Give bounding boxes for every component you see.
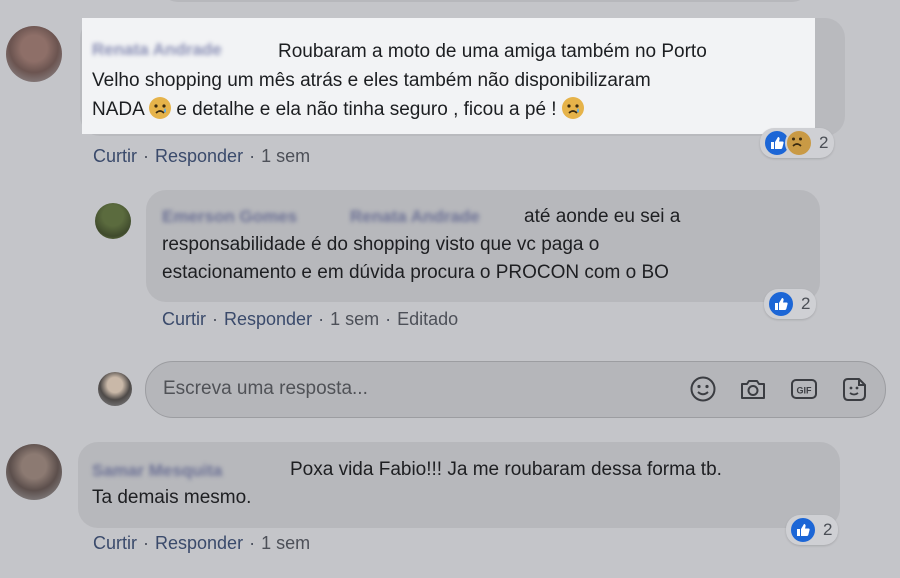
- avatar[interactable]: [95, 203, 131, 239]
- comment-text-line: NADA e detalhe e ela não tinha seguro , …: [92, 95, 584, 124]
- mention-link[interactable]: Renata Andrade: [350, 207, 480, 227]
- separator: ·: [143, 533, 149, 553]
- timestamp-link[interactable]: 1 sem: [261, 533, 310, 553]
- camera-icon[interactable]: [738, 374, 768, 404]
- comment-text-line: Velho shopping um mês atrás e eles també…: [92, 70, 651, 91]
- reply-input-box[interactable]: Escreva uma resposta... GIF: [145, 361, 886, 418]
- like-link[interactable]: Curtir: [93, 146, 137, 166]
- gif-icon[interactable]: GIF: [789, 374, 819, 404]
- reply-link[interactable]: Responder: [155, 146, 243, 166]
- comment-author[interactable]: Renata Andrade: [92, 40, 222, 60]
- reply-link[interactable]: Responder: [224, 309, 312, 329]
- reaction-count: 2: [823, 520, 833, 539]
- comment-text-fragment: NADA: [92, 99, 144, 120]
- current-user-avatar[interactable]: [98, 372, 132, 406]
- like-link[interactable]: Curtir: [93, 533, 137, 553]
- like-reaction-icon: [767, 290, 795, 318]
- reply-link[interactable]: Responder: [155, 533, 243, 553]
- reply-input-placeholder[interactable]: Escreva uma resposta...: [163, 378, 368, 400]
- reaction-summary[interactable]: 2: [760, 128, 835, 158]
- like-link[interactable]: Curtir: [162, 309, 206, 329]
- comment-text-line: até aonde eu sei a: [524, 206, 681, 227]
- separator: ·: [249, 146, 256, 166]
- separator: ·: [385, 309, 392, 329]
- crying-face-emoji-icon: [561, 97, 584, 119]
- comment-text-line: estacionamento e em dúvida procura o PRO…: [162, 262, 669, 283]
- separator: ·: [212, 309, 218, 329]
- comment-actions: Curtir · Responder · 1 sem: [93, 146, 310, 167]
- reaction-summary[interactable]: 2: [786, 515, 839, 545]
- crying-face-emoji-icon: [149, 97, 172, 119]
- timestamp-link[interactable]: 1 sem: [330, 309, 379, 329]
- comment-text-line: Poxa vida Fabio!!! Ja me roubaram dessa …: [290, 459, 722, 480]
- timestamp-link[interactable]: 1 sem: [261, 146, 310, 166]
- sticker-icon[interactable]: [839, 374, 869, 404]
- reaction-count: 2: [819, 133, 829, 152]
- reaction-count: 2: [801, 294, 811, 313]
- separator: ·: [143, 146, 149, 166]
- comment-text-line: Roubaram a moto de uma amiga também no P…: [278, 41, 707, 62]
- edited-label[interactable]: Editado: [397, 309, 458, 329]
- avatar[interactable]: [6, 444, 62, 500]
- comment-author[interactable]: Emerson Gomes: [162, 207, 297, 227]
- previous-comment-bubble: [160, 0, 810, 2]
- sad-reaction-icon: [785, 129, 813, 157]
- reaction-summary[interactable]: 2: [764, 289, 817, 319]
- avatar[interactable]: [6, 26, 62, 82]
- separator: ·: [249, 533, 256, 553]
- comment-actions: Curtir · Responder · 1 sem: [93, 533, 310, 554]
- comment-text-fragment: e detalhe e ela não tinha seguro , ficou…: [176, 99, 557, 120]
- comment-author[interactable]: Samar Mesquita: [92, 461, 222, 481]
- emoji-icon[interactable]: [688, 374, 718, 404]
- comment-text-line: responsabilidade é do shopping visto que…: [162, 234, 600, 255]
- like-reaction-icon: [789, 516, 817, 544]
- gif-icon-label: GIF: [797, 386, 813, 396]
- comment-actions: Curtir · Responder · 1 sem · Editado: [162, 309, 458, 330]
- separator: ·: [318, 309, 325, 329]
- comment-text-line: Ta demais mesmo.: [92, 487, 252, 508]
